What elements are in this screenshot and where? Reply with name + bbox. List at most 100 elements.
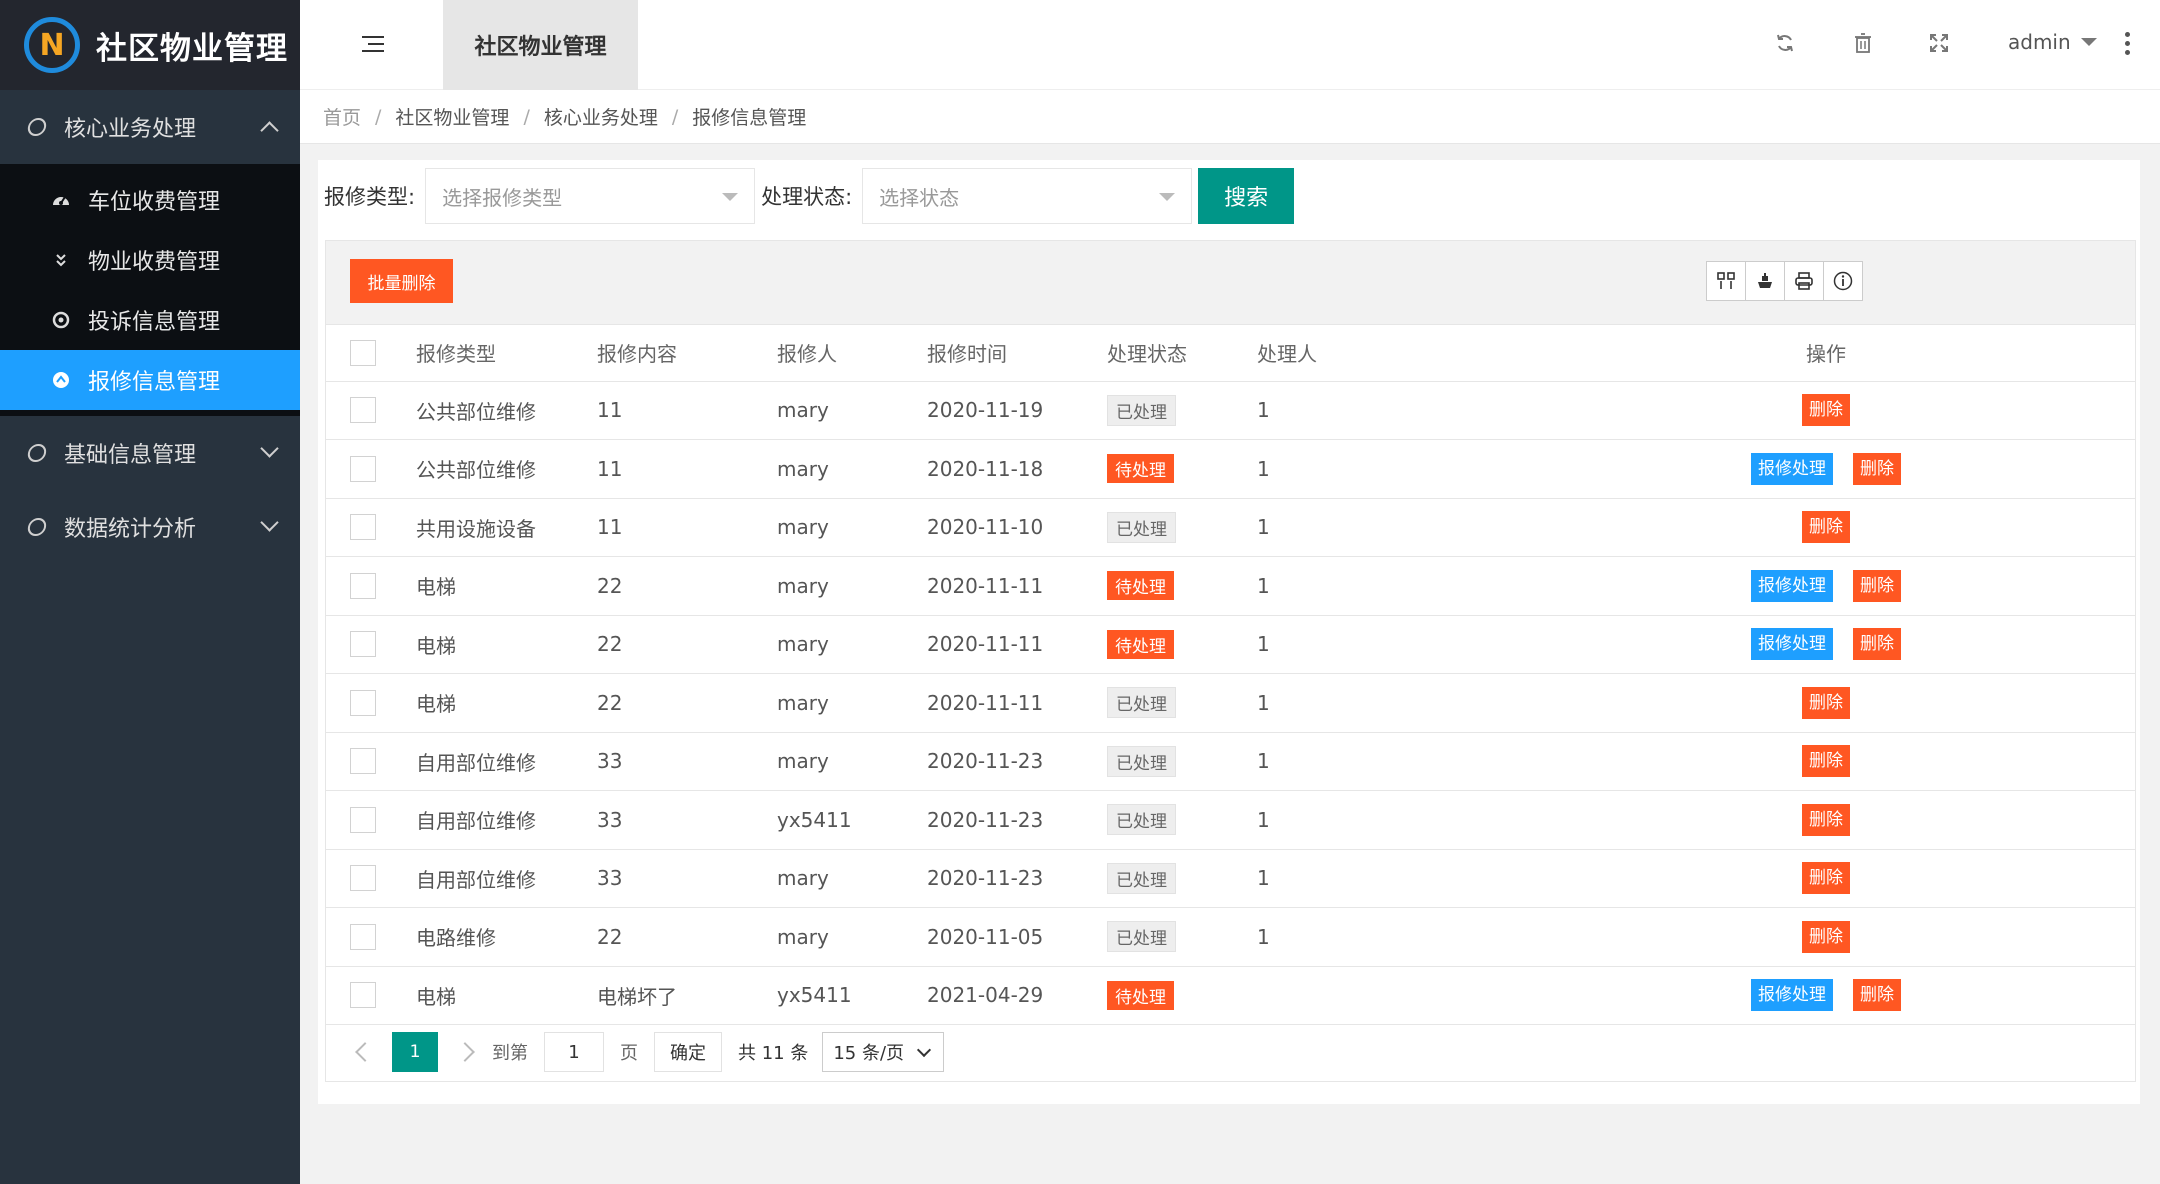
col-type[interactable]: 报修类型	[416, 325, 597, 382]
repair-type-label: 报修类型:	[324, 185, 416, 209]
caret-down-icon	[1159, 193, 1176, 201]
cell-status: 已处理	[1107, 849, 1257, 908]
table-row: 电路维修 22 mary 2020-11-05 已处理 1 删除	[326, 907, 2135, 967]
delete-button[interactable]: 删除	[1853, 452, 1901, 485]
row-checkbox[interactable]	[350, 514, 376, 541]
col-content[interactable]: 报修内容	[597, 325, 777, 382]
circle-icon	[26, 444, 48, 462]
delete-button[interactable]: 删除	[1802, 862, 1850, 895]
goto-page-input[interactable]: 1	[544, 1032, 604, 1072]
cell-handler	[1257, 966, 1517, 1025]
more-vertical-icon[interactable]	[2125, 32, 2131, 59]
row-checkbox[interactable]	[350, 631, 376, 658]
row-checkbox[interactable]	[350, 455, 376, 482]
row-checkbox[interactable]	[350, 865, 376, 892]
delete-button[interactable]: 删除	[1802, 745, 1850, 778]
filter-bar: 报修类型: 选择报修类型 处理状态: 选择状态 搜索	[324, 168, 1295, 224]
col-handler[interactable]: 处理人	[1257, 325, 1517, 382]
col-time[interactable]: 报修时间	[927, 325, 1107, 382]
col-person[interactable]: 报修人	[777, 325, 927, 382]
handle-repair-button[interactable]: 报修处理	[1751, 452, 1833, 485]
breadcrumb-item[interactable]: 社区物业管理	[395, 103, 509, 130]
row-checkbox[interactable]	[350, 689, 376, 716]
cell-type: 电梯	[416, 556, 597, 616]
current-page[interactable]: 1	[392, 1032, 438, 1072]
status-badge: 待处理	[1107, 980, 1174, 1010]
user-menu[interactable]: admin	[2008, 30, 2097, 54]
row-select-cell	[326, 673, 416, 733]
sidebar-item-property-fee[interactable]: 物业收费管理	[0, 230, 300, 290]
row-select-cell	[326, 790, 416, 850]
delete-button[interactable]: 删除	[1853, 979, 1901, 1012]
cell-actions: 删除	[1517, 673, 2135, 733]
row-checkbox[interactable]	[350, 572, 376, 599]
handle-repair-button[interactable]: 报修处理	[1751, 569, 1833, 602]
delete-button[interactable]: 删除	[1853, 569, 1901, 602]
cell-status: 待处理	[1107, 615, 1257, 674]
row-select-cell	[326, 615, 416, 674]
nav-group-statistics[interactable]: 数据统计分析	[0, 490, 300, 564]
cell-handler: 1	[1257, 732, 1517, 791]
table-row: 公共部位维修 11 mary 2020-11-19 已处理 1 删除	[326, 381, 2135, 440]
delete-button[interactable]: 删除	[1802, 394, 1850, 427]
cell-status: 已处理	[1107, 498, 1257, 557]
nav-group-core[interactable]: 核心业务处理	[0, 90, 300, 164]
delete-button[interactable]: 删除	[1802, 803, 1850, 836]
cell-handler: 1	[1257, 439, 1517, 499]
row-checkbox[interactable]	[350, 748, 376, 775]
sidebar-item-parking-fee[interactable]: 车位收费管理	[0, 170, 300, 230]
nav-group-basic-info[interactable]: 基础信息管理	[0, 416, 300, 490]
select-all-checkbox[interactable]	[350, 339, 376, 366]
cell-actions: 删除	[1517, 790, 2135, 850]
table-body: 公共部位维修 11 mary 2020-11-19 已处理 1 删除 公共部位维修 11 mary…	[326, 381, 2135, 1025]
sidebar-item-label: 投诉信息管理	[88, 310, 221, 335]
status-select[interactable]: 选择状态	[862, 168, 1193, 224]
app-title: 社区物业管理	[96, 30, 288, 67]
col-status[interactable]: 处理状态	[1107, 325, 1257, 382]
page-size-select[interactable]: 15 条/页	[822, 1032, 945, 1072]
delete-button[interactable]: 删除	[1802, 511, 1850, 544]
col-actions: 操作	[1517, 325, 2135, 382]
row-checkbox[interactable]	[350, 806, 376, 833]
row-checkbox[interactable]	[350, 397, 376, 424]
columns-icon[interactable]	[1706, 261, 1746, 301]
info-icon[interactable]	[1823, 261, 1863, 301]
breadcrumb-item[interactable]: 核心业务处理	[544, 103, 658, 130]
menu-toggle-icon[interactable]	[362, 36, 384, 52]
breadcrumb-home[interactable]: 首页	[323, 103, 361, 130]
handle-repair-button[interactable]: 报修处理	[1751, 979, 1833, 1012]
delete-button[interactable]: 删除	[1802, 920, 1850, 953]
search-button[interactable]: 搜索	[1198, 168, 1295, 224]
tab-active[interactable]: 社区物业管理	[443, 0, 638, 90]
next-page-icon[interactable]	[455, 1042, 475, 1062]
row-checkbox[interactable]	[350, 923, 376, 950]
export-icon[interactable]	[1745, 261, 1785, 301]
refresh-icon[interactable]	[1772, 30, 1798, 56]
batch-delete-button[interactable]: 批量删除	[350, 259, 453, 303]
cell-time: 2020-11-23	[927, 732, 1107, 791]
fullscreen-icon[interactable]	[1926, 30, 1952, 56]
delete-button[interactable]: 删除	[1802, 686, 1850, 719]
sidebar-item-repair[interactable]: 报修信息管理	[0, 350, 300, 410]
goto-confirm-button[interactable]: 确定	[654, 1032, 722, 1072]
nav-group-label: 核心业务处理	[64, 117, 197, 142]
sidebar-item-complaint[interactable]: 投诉信息管理	[0, 290, 300, 350]
cell-type: 自用部位维修	[416, 849, 597, 908]
cell-type: 电梯	[416, 673, 597, 733]
cell-handler: 1	[1257, 849, 1517, 908]
trash-icon[interactable]	[1850, 30, 1876, 56]
cell-person: mary	[777, 615, 927, 674]
repair-type-select[interactable]: 选择报修类型	[425, 168, 756, 224]
cell-type: 电梯	[416, 615, 597, 674]
row-checkbox[interactable]	[350, 982, 376, 1009]
handle-repair-button[interactable]: 报修处理	[1751, 628, 1833, 661]
cell-person: mary	[777, 673, 927, 733]
delete-button[interactable]: 删除	[1853, 628, 1901, 661]
prev-page-icon[interactable]	[355, 1042, 375, 1062]
circle-icon	[26, 518, 48, 536]
pagination: 1 到第 1 页 确定 共 11 条 15 条/页	[326, 1022, 2135, 1082]
cell-time: 2020-11-19	[927, 381, 1107, 440]
print-icon[interactable]	[1784, 261, 1824, 301]
table-header-row: 报修类型 报修内容 报修人 报修时间 处理状态 处理人 操作	[326, 325, 2135, 382]
target-icon	[50, 309, 72, 331]
